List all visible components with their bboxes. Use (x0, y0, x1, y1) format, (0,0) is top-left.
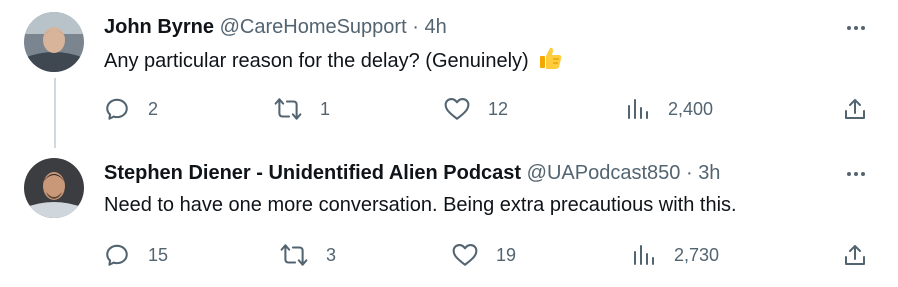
tweet-text: Need to have one more conversation. Bein… (104, 194, 737, 216)
views-button[interactable]: 2,400 (626, 92, 713, 126)
share-icon (844, 243, 866, 267)
retweet-count: 1 (320, 98, 331, 119)
tweet-header: John Byrne @CareHomeSupport · 4h (104, 14, 447, 40)
reply-button[interactable]: 2 (104, 92, 158, 126)
like-icon (444, 97, 470, 121)
views-icon (632, 243, 656, 267)
reply-button[interactable]: 15 (104, 238, 168, 272)
views-count: 2,730 (674, 244, 720, 265)
reply-count: 2 (148, 98, 159, 119)
retweet-icon (274, 96, 302, 122)
more-icon[interactable] (842, 18, 870, 38)
like-count: 12 (488, 98, 509, 119)
like-count: 19 (496, 244, 517, 265)
reply-icon (104, 96, 130, 122)
reply-count: 15 (148, 244, 169, 265)
action-bar: 2 1 12 2,400 (104, 92, 870, 126)
retweet-count: 3 (326, 244, 337, 265)
tweet-text: Any particular reason for the delay? (Ge… (104, 50, 529, 72)
timestamp[interactable]: 3h (698, 162, 720, 184)
like-button[interactable]: 19 (452, 238, 516, 272)
author-handle[interactable]: @CareHomeSupport (220, 16, 407, 38)
retweet-button[interactable]: 3 (280, 238, 336, 272)
more-icon[interactable] (842, 164, 870, 184)
like-button[interactable]: 12 (444, 92, 508, 126)
views-count: 2,400 (668, 98, 714, 119)
reply-tweet[interactable]: Stephen Diener - Unidentified Alien Podc… (0, 146, 898, 286)
avatar[interactable] (24, 158, 84, 218)
views-button[interactable]: 2,730 (632, 238, 719, 272)
reply-tweet[interactable]: John Byrne @CareHomeSupport · 4h Any par… (0, 0, 898, 140)
like-icon (452, 243, 478, 267)
timestamp[interactable]: 4h (424, 16, 446, 38)
avatar[interactable] (24, 12, 84, 72)
tweet-text-container: Any particular reason for the delay? (Ge… (104, 45, 563, 75)
retweet-button[interactable]: 1 (274, 92, 330, 126)
reply-icon (104, 242, 130, 268)
views-icon (626, 97, 650, 121)
author-handle[interactable]: @UAPodcast850 (527, 162, 681, 184)
retweet-icon (280, 242, 308, 268)
author-name[interactable]: John Byrne (104, 16, 214, 38)
share-button[interactable] (844, 92, 866, 126)
share-button[interactable] (844, 238, 866, 272)
tweet-header: Stephen Diener - Unidentified Alien Podc… (104, 160, 720, 186)
author-name[interactable]: Stephen Diener - Unidentified Alien Podc… (104, 162, 521, 184)
separator-dot: · (685, 162, 693, 184)
share-icon (844, 97, 866, 121)
thumbs-up-emoji (537, 45, 563, 71)
separator-dot: · (412, 16, 419, 38)
action-bar: 15 3 19 2,730 (104, 238, 870, 272)
